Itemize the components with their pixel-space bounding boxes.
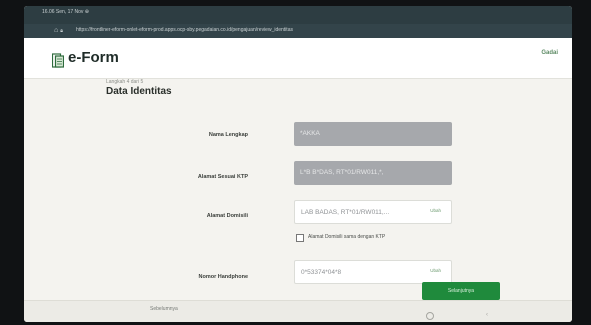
home-icon[interactable]: ⌂ — [54, 27, 58, 34]
field-label-alamat-ktp: Alamat Sesuai KTP — [197, 174, 248, 180]
home-nav-icon[interactable] — [426, 312, 434, 320]
device-frame: 16.06 Sen, 17 Nov ⊕ ⌂ 🔒︎ https://frontli… — [0, 0, 591, 325]
header-link-gadai[interactable]: Gadai — [541, 50, 558, 56]
back-icon[interactable]: ‹ — [486, 312, 488, 318]
nama-lengkap-field: *AKKA — [294, 122, 452, 146]
alamat-domisili-value: LAB BADAS, RT*01/RW011,... — [301, 209, 390, 216]
field-label-nama-lengkap: Nama Lengkap — [208, 132, 248, 138]
alamat-ktp-value: L*B B*DAS, RT*01/RW011,*, — [300, 169, 384, 176]
same-address-checkbox-label: Alamat Domisili sama dengan KTP — [308, 234, 386, 240]
screen: 16.06 Sen, 17 Nov ⊕ ⌂ 🔒︎ https://frontli… — [24, 6, 572, 322]
url-text[interactable]: https://frontliner-eform-onlet-eform-pro… — [76, 27, 293, 33]
app-title: e-Form — [68, 49, 119, 66]
status-bar: 16.06 Sen, 17 Nov ⊕ — [24, 6, 572, 24]
section-title: Data Identitas — [106, 86, 172, 97]
same-address-checkbox[interactable] — [296, 234, 304, 242]
field-label-nomor-handphone: Nomor Handphone — [198, 274, 249, 280]
field-label-alamat-domisili: Alamat Domisili — [206, 213, 248, 219]
nama-lengkap-value: *AKKA — [300, 130, 320, 137]
app-header: e-Form Gadai — [24, 38, 572, 79]
browser-address-bar[interactable]: ⌂ 🔒︎ https://frontliner-eform-onlet-efor… — [24, 24, 572, 38]
step-indicator: Langkah 4 dari 5 — [106, 79, 144, 85]
document-logo-icon — [52, 53, 64, 68]
nomor-handphone-value: 0*53374*04*8 — [301, 269, 342, 276]
nomor-handphone-ubah-link[interactable]: Ubah — [430, 268, 441, 273]
nomor-handphone-field[interactable]: 0*53374*04*8 Ubah — [294, 260, 452, 284]
lock-icon: 🔒︎ — [60, 28, 63, 34]
bottom-bar — [24, 300, 572, 322]
alamat-domisili-field[interactable]: LAB BADAS, RT*01/RW011,... Ubah — [294, 200, 452, 224]
alamat-domisili-ubah-link[interactable]: Ubah — [430, 208, 441, 213]
next-button[interactable]: Selanjutnya — [422, 282, 500, 300]
previous-button[interactable]: Sebelumnya — [150, 306, 178, 312]
status-time: 16.06 Sen, 17 Nov ⊕ — [42, 9, 89, 15]
alamat-ktp-field: L*B B*DAS, RT*01/RW011,*, — [294, 161, 452, 185]
